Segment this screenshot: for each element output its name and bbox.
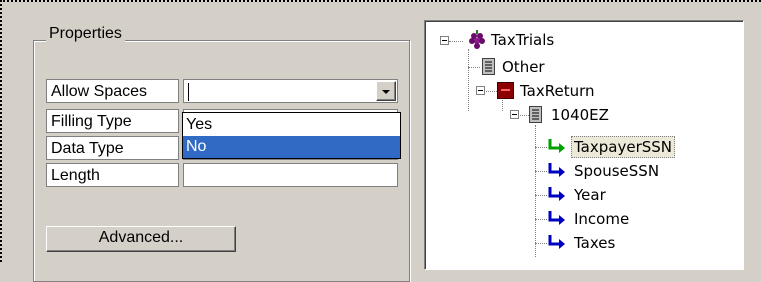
tree-line [468, 67, 480, 68]
focus-border-left [0, 0, 2, 262]
tree-node-label: TaxTrials [491, 31, 555, 49]
text-caret [188, 83, 189, 101]
allow-spaces-combo[interactable] [183, 79, 398, 103]
property-label: Data Type [46, 136, 179, 160]
tree-node-label: TaxpayerSSN [571, 136, 675, 158]
tree-line [535, 243, 547, 244]
tree-node-label: Other [502, 58, 545, 76]
collapse-toggle[interactable] [476, 86, 485, 95]
dropdown-option-no[interactable]: No [183, 136, 400, 158]
length-value[interactable] [183, 163, 398, 187]
tree-node-label: 1040EZ [551, 106, 609, 124]
focus-border-top [0, 0, 761, 2]
combo-dropdown-button[interactable] [376, 81, 396, 101]
advanced-button[interactable]: Advanced... [46, 226, 236, 252]
property-row-length: Length [46, 163, 400, 189]
tree-line [468, 49, 469, 111]
properties-group-title: Properties [46, 25, 125, 43]
blue-arrow-icon [548, 235, 565, 249]
collapse-toggle[interactable] [440, 36, 449, 45]
property-label: Allow Spaces [46, 79, 179, 103]
tree-node-label: SpouseSSN [574, 162, 660, 180]
property-label: Filling Type [46, 109, 179, 133]
tree-node-label: Income [574, 210, 630, 228]
document-icon [482, 58, 495, 75]
tree-line [535, 125, 536, 257]
folder-red-icon [497, 82, 514, 99]
property-label: Length [46, 163, 179, 187]
dropdown-option-yes[interactable]: Yes [183, 114, 400, 136]
blue-arrow-icon [548, 211, 565, 225]
tree-node-label: Taxes [574, 234, 616, 252]
blue-arrow-icon [548, 163, 565, 177]
allow-spaces-dropdown-list: Yes No [182, 112, 401, 159]
tree-node-label: Year [574, 186, 606, 204]
tree-line [535, 195, 547, 196]
grapes-icon [469, 30, 485, 49]
schema-tree[interactable]: TaxTrials Other TaxReturn 1040EZ Taxpaye… [424, 20, 744, 270]
tree-line [535, 219, 547, 220]
collapse-toggle[interactable] [510, 110, 519, 119]
green-arrow-icon [548, 139, 565, 153]
property-row-allow-spaces: Allow Spaces [46, 79, 400, 105]
blue-arrow-icon [548, 187, 565, 201]
document-icon [529, 106, 542, 123]
tree-node-label: TaxReturn [520, 82, 595, 100]
tree-line [535, 171, 547, 172]
tree-line [449, 41, 463, 42]
chevron-down-icon [382, 90, 390, 94]
tree-line [535, 147, 547, 148]
